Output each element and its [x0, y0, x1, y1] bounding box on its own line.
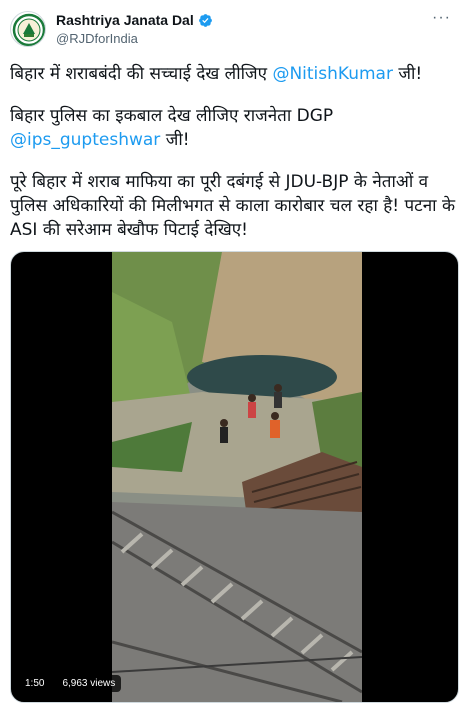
rjd-logo-icon — [12, 13, 45, 46]
account-name[interactable]: Rashtriya Janata Dal — [56, 12, 194, 28]
tweet-paragraph-2: बिहार पुलिस का इकबाल देख लीजिए राजनेता D… — [10, 104, 460, 152]
video-duration: 1:50 — [19, 675, 51, 692]
video-overlay: 1:50 6,963 views — [19, 675, 122, 692]
video-frame[interactable] — [112, 252, 362, 702]
tweet-header: Rashtriya Janata Dal @RJDforIndia ··· — [0, 0, 469, 52]
avatar[interactable] — [10, 11, 46, 47]
mention-link[interactable]: @NitishKumar — [272, 64, 393, 84]
tweet-paragraph-1: बिहार में शराबबंदी की सच्चाई देख लीजिए @… — [10, 62, 460, 86]
verified-badge-icon — [198, 13, 212, 27]
mention-link[interactable]: @ips_gupteshwar — [10, 130, 160, 150]
tweet-paragraph-3: पूरे बिहार में शराब माफिया का पूरी दबंगई… — [10, 172, 456, 240]
tweet-text-segment: बिहार पुलिस का इकबाल देख लीजिए राजनेता D… — [10, 106, 334, 126]
tweet-text-segment: जी! — [160, 130, 190, 150]
video-player[interactable]: 1:50 6,963 views — [10, 251, 459, 703]
video-views: 6,963 views — [56, 675, 122, 692]
tweet-text-segment: बिहार में शराबबंदी की सच्चाई देख लीजिए — [10, 64, 273, 84]
video-thumbnail — [112, 252, 362, 702]
more-options-icon[interactable]: ··· — [432, 10, 451, 26]
tweet-text: बिहार में शराबबंदी की सच्चाई देख लीजिए @… — [10, 62, 460, 260]
tweet-text-segment: जी! — [392, 64, 423, 84]
account-handle[interactable]: @RJDforIndia — [56, 31, 138, 46]
